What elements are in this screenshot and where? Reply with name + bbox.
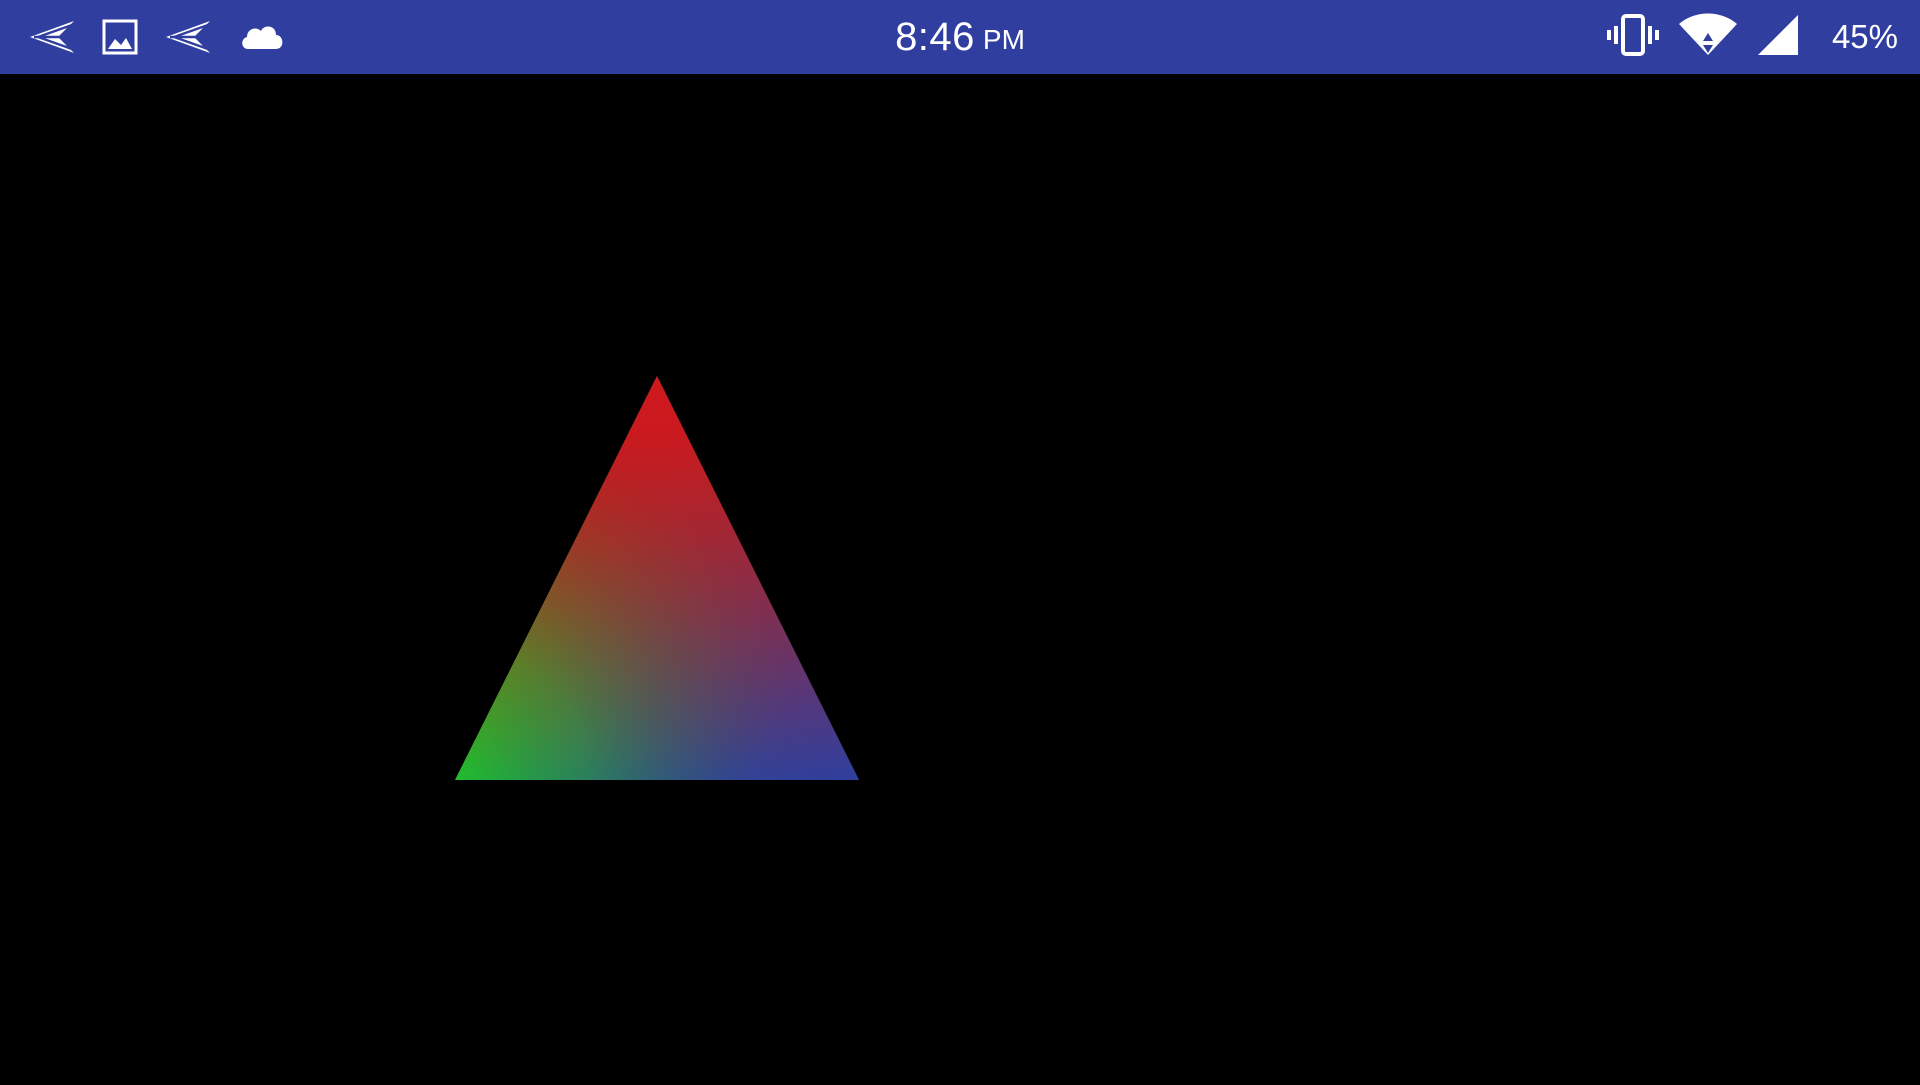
clock-time: 8:46 [895,14,975,59]
battery-percent: 45% [1831,18,1898,55]
paper-plane-icon [28,17,76,57]
rgb-triangle [455,376,859,780]
clock-ampm: PM [982,24,1025,55]
vibrate-icon [1606,13,1660,62]
wifi-icon [1678,13,1738,62]
render-canvas [455,376,859,780]
image-icon [102,19,138,55]
opengl-render-surface [0,74,1920,1080]
paper-plane-icon [164,17,212,57]
system-icons: 45% [1606,0,1898,74]
notification-icons [28,0,286,74]
cloud-icon [238,21,286,53]
status-bar: 8:46 PM 45% [0,0,1920,74]
cell-signal-icon [1756,13,1800,62]
